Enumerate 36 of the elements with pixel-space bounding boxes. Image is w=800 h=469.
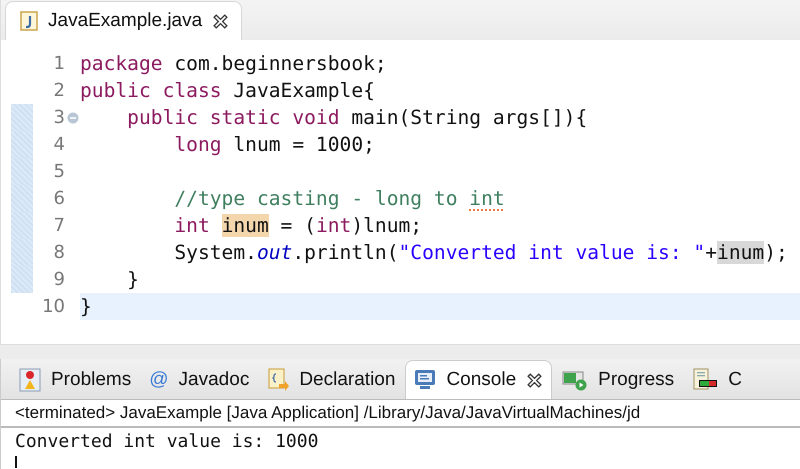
view-tab[interactable]: @ Javadoc	[141, 361, 258, 399]
progress-icon	[562, 369, 588, 391]
declaration-icon	[267, 368, 290, 392]
close-icon[interactable]	[526, 372, 544, 388]
view-tab[interactable]: Console	[405, 360, 552, 399]
code-line: long lnum = 1000;	[173, 132, 376, 158]
line-number: 2	[54, 80, 65, 101]
at-sign-icon: @	[149, 369, 169, 391]
code-line: }	[126, 267, 140, 293]
code-line: System.out.println("Converted int value is: "+inum);	[173, 240, 789, 266]
line-number: 6	[54, 188, 65, 209]
monitor-icon	[414, 369, 436, 391]
view-tab[interactable]: Progress	[554, 361, 682, 399]
code-line: public static void main(String args[]){	[126, 105, 588, 131]
line-number: 5	[54, 161, 65, 182]
problems-icon	[19, 368, 41, 392]
view-tab[interactable]: C	[684, 361, 750, 399]
close-icon[interactable]	[212, 12, 230, 30]
line-number: 10	[42, 296, 65, 317]
console-header: <terminated> JavaExample [Java Application] /Library/Java/JavaVirtualMachines/jd	[15, 403, 640, 423]
code-line: //type casting - long to int	[173, 186, 506, 212]
view-tab[interactable]: Problems	[11, 361, 140, 399]
line-number: 8	[54, 242, 65, 263]
code-line: public class JavaExample{	[80, 78, 376, 104]
line-number: 7	[54, 215, 65, 236]
line-number: 4	[54, 134, 65, 155]
code-line: int inum = (int)lnum;	[173, 213, 424, 239]
console-output: Converted int value is: 1000	[15, 430, 320, 454]
line-number: 9	[54, 269, 65, 290]
code-line: package com.beginnersbook;	[80, 51, 388, 77]
line-number: 3	[54, 107, 65, 128]
editor-tab[interactable]: JavaExample.java	[5, 1, 242, 40]
coverage-icon	[692, 368, 718, 392]
view-tab[interactable]: Declaration	[259, 361, 404, 399]
java-file-icon	[20, 11, 38, 31]
line-number: 1	[54, 53, 65, 74]
